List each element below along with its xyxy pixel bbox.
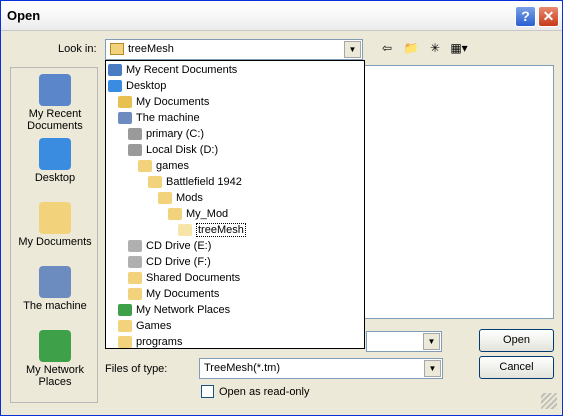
chevron-down-icon[interactable]: ▼ [423, 333, 440, 350]
place-label: My Recent Documents [27, 108, 83, 132]
dropdown-item[interactable]: The machine [118, 110, 200, 126]
file-name-combo[interactable]: ▼ [366, 331, 442, 352]
cancel-button[interactable]: Cancel [479, 356, 554, 379]
help-button[interactable]: ? [515, 6, 536, 27]
folder-icon [158, 192, 172, 205]
dropdown-item[interactable]: programs [118, 334, 182, 348]
cd-drive-icon [128, 240, 142, 253]
dropdown-item[interactable]: My Network Places [118, 302, 230, 318]
folder-icon [110, 43, 124, 55]
look-in-value: treeMesh [128, 43, 174, 55]
drive-icon [128, 128, 142, 141]
look-in-combo[interactable]: treeMesh ▼ [105, 39, 363, 60]
dropdown-item[interactable]: Games [118, 318, 171, 334]
place-label: The machine [23, 300, 87, 312]
dropdown-item[interactable]: My Documents [118, 94, 209, 110]
chevron-down-icon[interactable]: ▼ [424, 360, 441, 377]
chevron-down-icon[interactable]: ▼ [344, 41, 361, 58]
place-recent[interactable]: My Recent Documents [11, 74, 99, 132]
place-the-machine[interactable]: The machine [11, 266, 99, 312]
read-only-label: Open as read-only [219, 386, 310, 398]
place-my-documents[interactable]: My Documents [11, 202, 99, 248]
dropdown-item[interactable]: Shared Documents [128, 270, 240, 286]
folder-icon [138, 160, 152, 173]
my-documents-icon [118, 96, 132, 109]
cd-drive-icon [128, 256, 142, 269]
place-label: My Documents [18, 236, 92, 248]
folder-icon [118, 320, 132, 333]
view-menu-icon[interactable]: ▦▾ [449, 41, 469, 57]
folder-icon [128, 272, 142, 285]
files-of-type-label: Files of type: [105, 363, 168, 375]
dialog-title: Open [7, 8, 41, 23]
recent-documents-icon [108, 64, 122, 77]
open-button[interactable]: Open [479, 329, 554, 352]
place-label: My Network Places [25, 364, 85, 388]
dropdown-item[interactable]: games [138, 158, 189, 174]
computer-icon [118, 112, 132, 125]
drive-icon [128, 144, 142, 157]
files-of-type-combo[interactable]: TreeMesh(*.tm) ▼ [199, 358, 443, 379]
read-only-checkbox[interactable] [201, 385, 214, 398]
dropdown-item-selected[interactable]: treeMesh [178, 222, 246, 238]
dropdown-item[interactable]: Battlefield 1942 [148, 174, 242, 190]
title-bar: Open ? ✕ [1, 1, 562, 31]
dropdown-item[interactable]: Desktop [108, 78, 166, 94]
dropdown-item[interactable]: Mods [158, 190, 203, 206]
open-dialog: Open ? ✕ Look in: treeMesh ▼ ⇦ 📁 ✳ ▦▾ My… [0, 0, 563, 416]
new-folder-icon[interactable]: ✳ [425, 41, 445, 57]
desktop-icon [39, 138, 71, 170]
dropdown-item[interactable]: CD Drive (E:) [128, 238, 211, 254]
dropdown-item[interactable]: My Documents [128, 286, 219, 302]
folder-icon [148, 176, 162, 189]
folder-icon [168, 208, 182, 221]
folder-icon [128, 288, 142, 301]
recent-documents-icon [39, 74, 71, 106]
desktop-icon [108, 80, 122, 93]
resize-grip-icon[interactable] [541, 393, 557, 409]
places-bar: My Recent Documents Desktop My Documents… [10, 67, 98, 403]
dropdown-item[interactable]: My_Mod [168, 206, 228, 222]
dropdown-item[interactable]: My Recent Documents [108, 62, 237, 78]
dropdown-item[interactable]: primary (C:) [128, 126, 204, 142]
back-icon[interactable]: ⇦ [377, 41, 397, 57]
dropdown-item[interactable]: CD Drive (F:) [128, 254, 211, 270]
folder-icon [118, 336, 132, 348]
dropdown-item[interactable]: Local Disk (D:) [128, 142, 218, 158]
look-in-dropdown-list[interactable]: My Recent Documents Desktop My Documents… [105, 60, 365, 349]
my-documents-icon [39, 202, 71, 234]
place-network[interactable]: My Network Places [11, 330, 99, 388]
look-in-label: Look in: [58, 43, 97, 55]
network-places-icon [118, 304, 132, 317]
computer-icon [39, 266, 71, 298]
place-label: Desktop [34, 172, 76, 184]
up-folder-icon[interactable]: 📁 [401, 41, 421, 57]
close-button[interactable]: ✕ [538, 6, 559, 27]
network-places-icon [39, 330, 71, 362]
files-of-type-value: TreeMesh(*.tm) [204, 362, 280, 374]
place-desktop[interactable]: Desktop [11, 138, 99, 184]
open-folder-icon [178, 224, 192, 237]
